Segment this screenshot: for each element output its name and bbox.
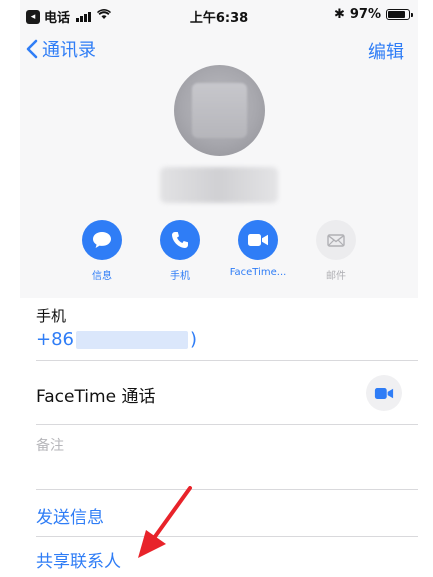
phone-number-suffix: ) (190, 329, 198, 350)
mail-icon (316, 220, 356, 260)
facetime-call-label[interactable]: FaceTime 通话 (36, 382, 155, 407)
status-right: ✱ 97% (333, 7, 413, 22)
message-icon (82, 220, 122, 260)
message-action[interactable]: 信息 (72, 220, 132, 282)
facetime-video-button[interactable] (366, 375, 402, 411)
facetime-action[interactable]: FaceTime... (228, 220, 288, 278)
message-action-label: 信息 (92, 271, 112, 282)
status-bar: ◂ 电话 上午6:38 ✱ 97% (20, 0, 418, 28)
phone-number[interactable]: +86 ) (36, 329, 197, 350)
phone-field-label: 手机 (36, 307, 67, 325)
battery-icon (386, 9, 413, 20)
contact-detail-screen: ◂ 电话 上午6:38 ✱ 97% 通讯录 编辑 信息 手机 FaceTime.… (20, 0, 418, 577)
battery-percent: 97% (349, 7, 381, 22)
avatar-blurred-image (192, 83, 247, 138)
mail-action-label: 邮件 (326, 271, 346, 282)
edit-button[interactable]: 编辑 (368, 38, 404, 64)
contact-name-blurred (160, 167, 278, 203)
phone-number-prefix: +86 (36, 329, 74, 350)
red-arrow-annotation-icon (138, 486, 192, 558)
send-message-button[interactable]: 发送信息 (36, 503, 104, 528)
bluetooth-icon: ✱ (333, 7, 345, 22)
facetime-action-label: FaceTime... (229, 267, 287, 278)
mail-action[interactable]: 邮件 (306, 220, 366, 282)
chevron-left-icon (26, 39, 38, 59)
divider (36, 424, 418, 425)
contact-avatar (174, 65, 265, 156)
video-icon (374, 387, 394, 399)
phone-number-masked (76, 330, 188, 349)
back-button[interactable]: 通讯录 (26, 36, 96, 62)
divider (36, 360, 418, 361)
phone-action-label: 手机 (170, 271, 190, 282)
video-icon (238, 220, 278, 260)
back-button-label: 通讯录 (42, 40, 96, 61)
divider (36, 489, 418, 490)
notes-field[interactable]: 备注 (36, 435, 64, 455)
phone-icon (160, 220, 200, 260)
phone-action[interactable]: 手机 (150, 220, 210, 282)
share-contact-button[interactable]: 共享联系人 (36, 547, 121, 572)
divider (36, 536, 418, 537)
